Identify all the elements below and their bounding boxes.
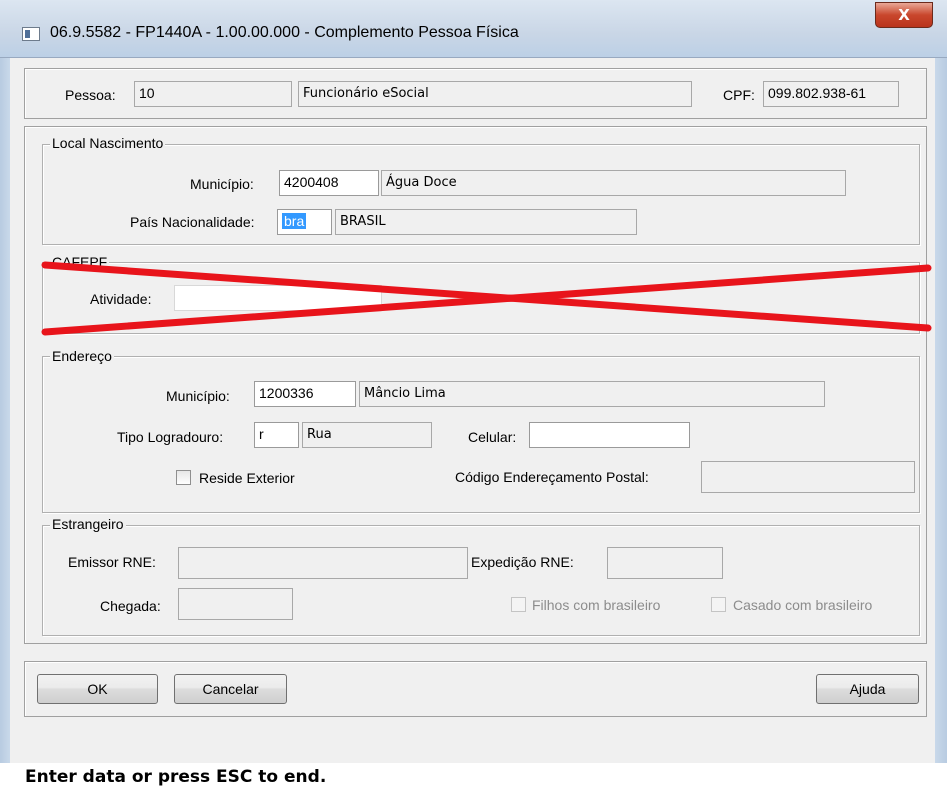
chegada-field xyxy=(178,588,293,620)
emissor-rne-field xyxy=(178,547,468,579)
status-message: Enter data or press ESC to end. xyxy=(25,767,327,787)
expedicao-rne-label: Expedição RNE: xyxy=(471,554,574,570)
end-municipio-code-value: 1200336 xyxy=(259,385,314,401)
reside-exterior-checkbox[interactable] xyxy=(176,470,191,485)
ajuda-button[interactable]: Ajuda xyxy=(816,674,919,704)
reside-exterior-label: Reside Exterior xyxy=(199,470,295,486)
button-panel xyxy=(24,661,927,717)
casado-brasileiro-label: Casado com brasileiro xyxy=(733,597,873,613)
cep-field xyxy=(701,461,915,493)
end-municipio-name-field: Mâncio Lima xyxy=(359,381,825,407)
celular-label: Celular: xyxy=(468,429,517,445)
end-municipio-name-value: Mâncio Lima xyxy=(364,386,446,401)
tipo-logradouro-label: Tipo Logradouro: xyxy=(117,429,224,445)
celular-input[interactable] xyxy=(529,422,690,448)
emissor-rne-label: Emissor RNE: xyxy=(68,554,156,570)
filhos-brasileiro-checkbox[interactable] xyxy=(511,597,526,612)
tipo-logradouro-code-value: r xyxy=(259,426,264,442)
tipo-logradouro-name-field: Rua xyxy=(302,422,432,448)
tipo-logradouro-code-input[interactable]: r xyxy=(254,422,299,448)
cancelar-button[interactable]: Cancelar xyxy=(174,674,287,704)
chegada-label: Chegada: xyxy=(100,598,161,614)
cep-label: Código Endereçamento Postal: xyxy=(455,469,649,485)
estrangeiro-legend: Estrangeiro xyxy=(50,516,126,532)
ok-button[interactable]: OK xyxy=(37,674,158,704)
tipo-logradouro-name-value: Rua xyxy=(307,427,332,442)
filhos-brasileiro-label: Filhos com brasileiro xyxy=(532,597,661,613)
end-municipio-label: Município: xyxy=(166,388,230,404)
end-municipio-code-input[interactable]: 1200336 xyxy=(254,381,356,407)
casado-brasileiro-checkbox[interactable] xyxy=(711,597,726,612)
expedicao-rne-field xyxy=(607,547,723,579)
estrangeiro-group xyxy=(42,525,920,636)
endereco-legend: Endereço xyxy=(50,348,114,364)
